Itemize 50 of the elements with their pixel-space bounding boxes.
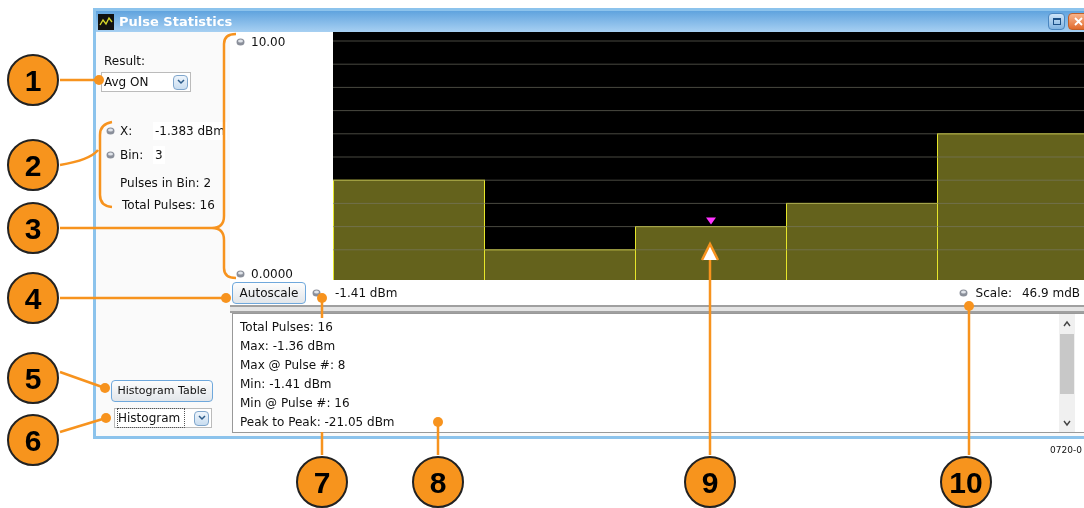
splitter-bar[interactable] [230,305,1084,313]
leader-dot [433,417,443,427]
knob-icon[interactable] [106,151,115,159]
readout-value: 3 [153,146,165,164]
callout-number: 8 [412,456,464,508]
histogram-table-button[interactable]: Histogram Table [111,380,213,402]
result-dropdown[interactable]: Avg ON [101,72,191,92]
callout-number: 3 [7,202,59,254]
result-label: Result: [103,53,147,70]
callout-number: 9 [684,456,736,508]
window-title: Pulse Statistics [119,12,233,31]
knob-icon[interactable] [106,127,115,135]
callout-number: 6 [7,414,59,466]
scroll-thumb[interactable] [1060,334,1074,394]
figure-id: 0720-0 [1050,444,1082,457]
axis-tick-label: 10.00 [251,34,286,51]
close-button[interactable] [1068,13,1084,30]
pulses-in-bin-text: Pulses in Bin: 2 [119,175,213,192]
dropdown-arrow-icon[interactable] [194,410,209,426]
readout-label: Bin: [120,147,145,164]
leader-dot [221,293,231,303]
callout-number: 1 [7,54,59,106]
axis-tick-label: 0.0000 [251,266,293,281]
scrollbar[interactable] [1059,314,1075,432]
callout-number: 7 [296,456,348,508]
leader-dot [317,293,327,303]
readout-label: X: [120,123,134,140]
dropdown-arrow-icon[interactable] [173,74,188,90]
view-dropdown[interactable]: Histogram [114,408,212,428]
knob-icon[interactable] [236,38,245,46]
scale-label: Scale: [975,284,1012,302]
total-pulses-text: Total Pulses: 16 [121,197,216,214]
callout-number: 2 [7,139,59,191]
marker-reading: -1.41 dBm [335,284,398,302]
scroll-up-icon[interactable] [1062,319,1072,329]
leader-dot [964,301,974,311]
callout-number: 4 [7,272,59,324]
knob-icon[interactable] [958,288,968,297]
scroll-down-icon[interactable] [1062,418,1072,428]
app-icon [98,13,114,30]
close-icon[interactable] [1073,17,1083,26]
maximize-button[interactable] [1048,13,1065,30]
knob-icon[interactable] [312,288,321,297]
leader-dot [100,383,110,393]
leader-dot [101,413,111,423]
knob-icon[interactable] [236,270,245,278]
callout-number: 5 [7,352,59,404]
autoscale-button[interactable]: Autoscale [232,281,306,304]
leader-dot [94,75,104,85]
callout-number: 10 [940,456,992,508]
